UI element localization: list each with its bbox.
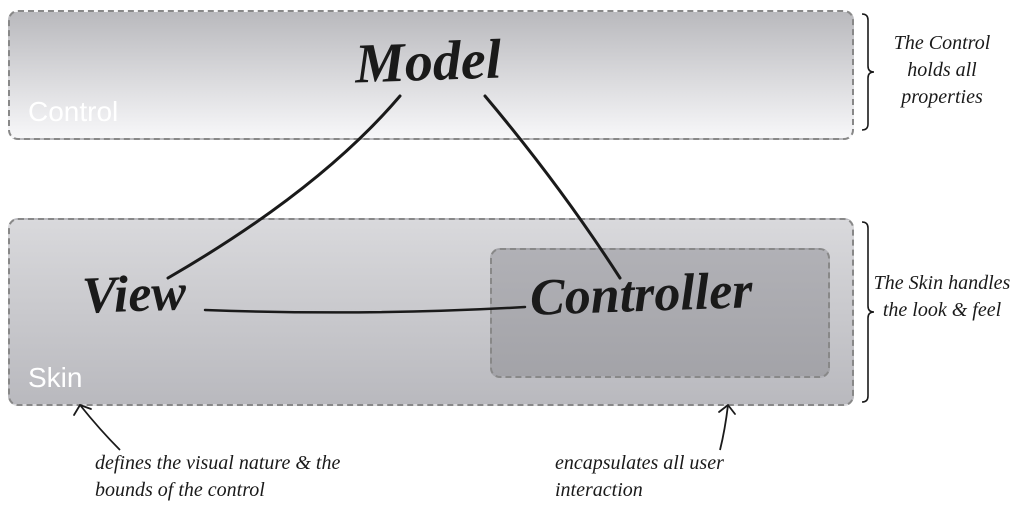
skin-box-label: Skin bbox=[28, 362, 82, 394]
skin-annotation: The Skin handles the look & feel bbox=[872, 270, 1012, 324]
controller-label: Controller bbox=[529, 261, 753, 328]
view-annotation: defines the visual nature & the bounds o… bbox=[95, 450, 375, 504]
controller-annotation: encapsulates all user interaction bbox=[555, 450, 795, 504]
model-label: Model bbox=[354, 27, 502, 96]
view-label: View bbox=[81, 263, 187, 326]
control-annotation: The Control holds all properties bbox=[872, 30, 1012, 111]
control-box-label: Control bbox=[28, 96, 118, 128]
